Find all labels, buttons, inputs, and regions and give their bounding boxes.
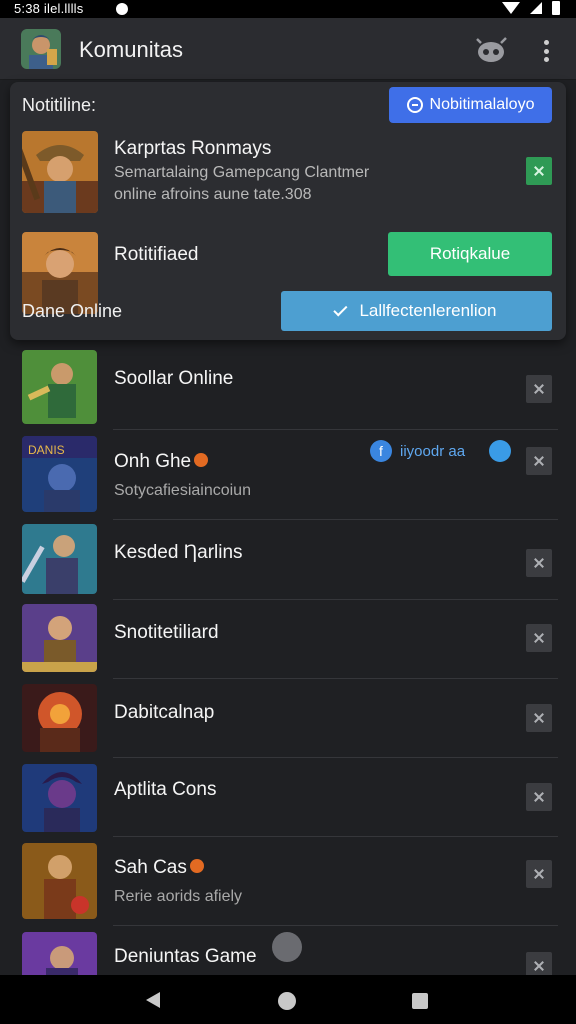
list-item[interactable]: Sah Cas Rerie aorids afiely xyxy=(0,837,576,926)
close-icon xyxy=(526,783,552,811)
item-thumbnail xyxy=(22,524,97,594)
item-subtitle: Sotycafiesiaincoiun xyxy=(114,482,251,499)
notification-button[interactable]: Nobitimalaloyo xyxy=(389,87,552,123)
list-item[interactable]: DANIS Onh Ghe Sotycafiesiaincoiun f iiyo… xyxy=(0,430,576,520)
item-thumbnail xyxy=(22,843,97,919)
back-icon[interactable] xyxy=(146,992,160,1008)
dismiss-button[interactable] xyxy=(526,704,552,732)
app-bar: Komunitas xyxy=(0,18,576,80)
list-item[interactable]: Soollar Online xyxy=(0,344,576,430)
item-title: Onh Ghe xyxy=(114,451,209,473)
item-game-art xyxy=(22,843,97,919)
list-item[interactable]: Dabitcalnap xyxy=(0,679,576,758)
list-item[interactable]: Deniuntas Game xyxy=(0,926,576,975)
notification-card: Notitiline: Nobitimalaloyo Karprtas Ronm… xyxy=(10,82,566,340)
close-icon xyxy=(526,704,552,732)
dismiss-button[interactable] xyxy=(526,375,552,403)
second-subtitle: Dane Online xyxy=(22,301,123,321)
close-icon xyxy=(526,157,552,185)
app-title: Komunitas xyxy=(79,37,183,62)
badge-icon xyxy=(194,452,209,467)
signal-icon xyxy=(530,2,542,14)
list-item[interactable]: Aptlita Cons xyxy=(0,758,576,837)
item-game-art xyxy=(22,350,97,424)
close-icon xyxy=(526,549,552,577)
home-icon[interactable] xyxy=(278,992,296,1010)
app-avatar[interactable] xyxy=(21,29,61,69)
featured-thumbnail[interactable] xyxy=(22,131,98,213)
item-thumbnail xyxy=(22,684,97,752)
dismiss-button[interactable] xyxy=(526,952,552,975)
badge-icon xyxy=(272,932,302,962)
item-title: Aptlita Cons xyxy=(114,779,217,800)
tag-label: iiyoodr aa xyxy=(400,442,466,460)
wifi-icon xyxy=(502,2,520,14)
notification-icon xyxy=(406,97,423,113)
item-title: Sah Cas xyxy=(114,857,204,879)
featured-title: Karprtas Ronmays xyxy=(114,138,272,159)
check-icon xyxy=(333,301,348,316)
svg-text:DANIS: DANIS xyxy=(28,443,65,457)
item-thumbnail: DANIS xyxy=(22,436,97,512)
status-icons xyxy=(502,1,560,15)
more-vert-icon[interactable] xyxy=(536,38,556,64)
item-game-art: DANIS xyxy=(22,436,97,512)
battery-icon xyxy=(552,1,560,15)
item-title: Snotitetiliard xyxy=(114,622,219,643)
close-icon xyxy=(526,952,552,975)
item-title: Dabitcalnap xyxy=(114,702,215,723)
close-icon xyxy=(526,375,552,403)
green-action-button[interactable]: Rotiqkalue xyxy=(388,232,552,276)
list-item[interactable]: Snotitetiliard xyxy=(0,600,576,679)
item-subtitle: Rerie aorids afiely xyxy=(114,888,243,905)
avatar-image xyxy=(21,29,61,69)
notification-dot-icon xyxy=(116,3,128,15)
system-nav-bar xyxy=(0,975,576,1024)
dismiss-button[interactable] xyxy=(526,860,552,888)
item-title-text: Sah Cas xyxy=(114,857,187,878)
item-game-art xyxy=(22,764,97,832)
blue-action-button-label: Lallfectenlerenlion xyxy=(359,301,497,320)
item-game-art xyxy=(22,524,97,594)
item-title: Soollar Online xyxy=(114,368,234,389)
tag-badge: f xyxy=(370,440,392,462)
item-game-art xyxy=(22,932,97,975)
dismiss-button[interactable] xyxy=(526,447,552,475)
second-title: Rotitifiaed xyxy=(114,244,199,265)
item-tag[interactable]: f iiyoodr aa xyxy=(370,440,512,462)
item-thumbnail xyxy=(22,932,97,975)
dismiss-button[interactable] xyxy=(526,783,552,811)
status-bar: 5:38 ilel.lllls xyxy=(0,0,576,18)
item-thumbnail xyxy=(22,764,97,832)
tag-status-icon xyxy=(489,440,512,462)
close-icon xyxy=(526,860,552,888)
item-thumbnail xyxy=(22,604,97,672)
item-game-art xyxy=(22,684,97,752)
list-item[interactable]: Kesded Ƞarlins xyxy=(0,520,576,600)
bot-icon[interactable] xyxy=(474,35,508,65)
item-title: Kesded Ƞarlins xyxy=(114,542,243,563)
close-icon xyxy=(526,447,552,475)
item-game-art xyxy=(22,604,97,672)
recent-apps-icon[interactable] xyxy=(412,993,428,1009)
dismiss-button[interactable] xyxy=(526,549,552,577)
featured-description: Semartalaing Gamepcang Clantmer online a… xyxy=(114,164,370,203)
featured-game-art xyxy=(22,131,98,213)
item-title-text: Onh Ghe xyxy=(114,451,192,472)
notification-label: Notitiline: xyxy=(22,95,97,115)
blue-action-button[interactable]: Lallfectenlerenlion xyxy=(281,291,552,331)
close-icon xyxy=(526,624,552,652)
status-time: 5:38 ilel.lllls xyxy=(14,1,84,16)
item-thumbnail xyxy=(22,350,97,424)
notification-button-label: Nobitimalaloyo xyxy=(429,96,535,113)
badge-icon xyxy=(189,858,204,873)
featured-close-button[interactable] xyxy=(526,157,552,185)
item-title: Deniuntas Game xyxy=(114,946,257,967)
dismiss-button[interactable] xyxy=(526,624,552,652)
